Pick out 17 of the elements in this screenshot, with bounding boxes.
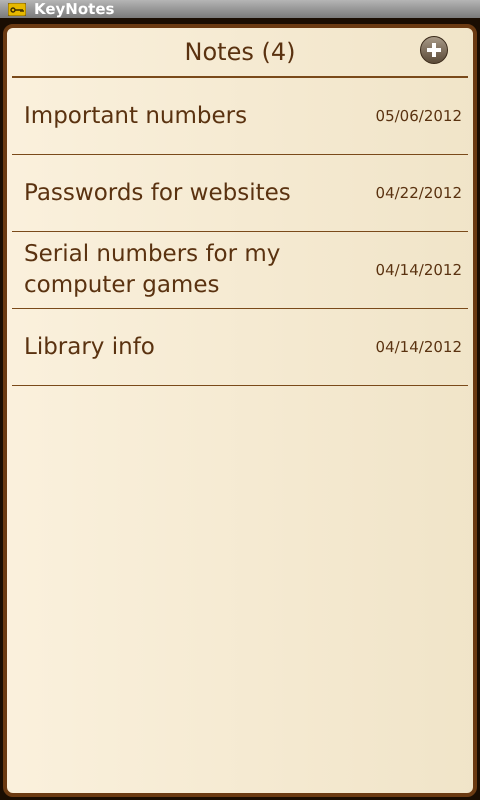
note-title: Library info [24, 332, 156, 362]
notes-heading: Notes (4) [184, 37, 296, 68]
note-title: Serial numbers for my computer games [24, 240, 282, 300]
note-title: Passwords for websites [24, 178, 292, 208]
note-date: 04/14/2012 [376, 260, 462, 281]
note-row[interactable]: Important numbers 05/06/2012 [12, 78, 468, 155]
note-row[interactable]: Serial numbers for my computer games 04/14/2012 [12, 232, 468, 309]
note-row[interactable]: Library info 04/14/2012 [12, 309, 468, 386]
note-row[interactable]: Passwords for websites 04/22/2012 [12, 155, 468, 232]
note-date: 05/06/2012 [376, 106, 462, 127]
plus-icon [426, 42, 442, 58]
note-title: Important numbers [24, 102, 248, 130]
key-folder-icon [8, 2, 26, 16]
add-note-button[interactable] [420, 36, 448, 64]
note-date: 04/14/2012 [376, 336, 462, 358]
window-title: KeyNotes [34, 2, 114, 16]
note-date: 04/22/2012 [376, 182, 462, 204]
